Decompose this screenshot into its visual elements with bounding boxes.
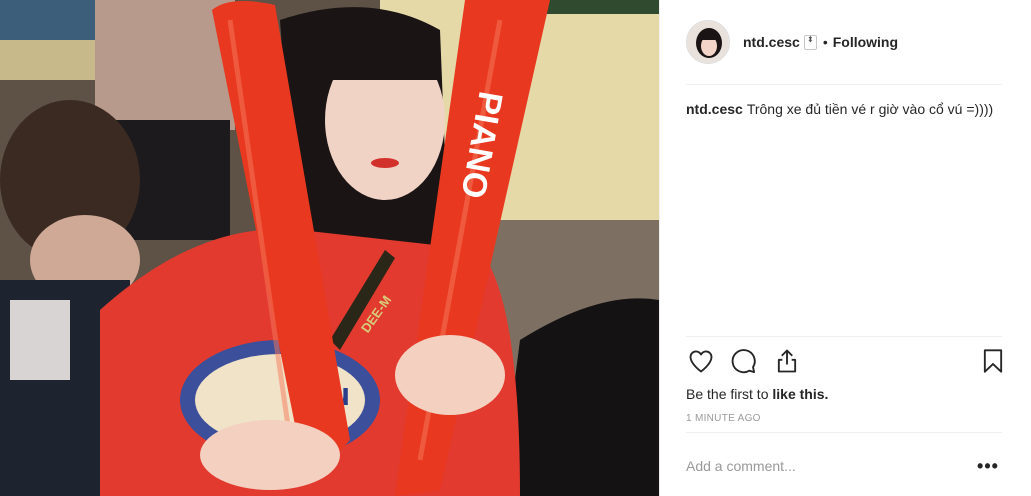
like-this-link[interactable]: like this. bbox=[772, 386, 828, 402]
account-switch-icon[interactable]: ⬍ bbox=[803, 34, 817, 50]
likes-summary: Be the first to like this. bbox=[686, 386, 828, 402]
post-timestamp[interactable]: 1 MINUTE AGO bbox=[686, 413, 761, 424]
comment-form: ••• bbox=[686, 448, 1002, 484]
comment-divider bbox=[686, 432, 1002, 433]
following-button[interactable]: Following bbox=[833, 34, 898, 50]
comment-input[interactable] bbox=[686, 450, 974, 482]
separator-dot: • bbox=[822, 34, 828, 50]
post-header: ntd.cesc ⬍ • Following bbox=[686, 18, 1002, 66]
more-options-button[interactable]: ••• bbox=[974, 452, 1002, 480]
header-divider bbox=[686, 84, 1002, 85]
avatar[interactable] bbox=[686, 20, 730, 64]
likes-prefix: Be the first to bbox=[686, 386, 773, 402]
caption-username-link[interactable]: ntd.cesc bbox=[686, 101, 743, 117]
save-button[interactable] bbox=[978, 346, 1008, 376]
post-caption: ntd.cesc Trông xe đủ tiền vé r giờ vào cổ… bbox=[686, 100, 1002, 119]
bookmark-icon bbox=[983, 349, 1003, 373]
post-panel: ntd.cesc ⬍ • Following ntd.cesc Trông xe … bbox=[659, 0, 1031, 496]
share-icon bbox=[777, 349, 797, 373]
comment-button[interactable] bbox=[728, 346, 758, 376]
like-button[interactable] bbox=[686, 346, 716, 376]
heart-icon bbox=[689, 350, 713, 373]
share-button[interactable] bbox=[772, 346, 802, 376]
post-actions bbox=[686, 346, 1003, 378]
comment-icon bbox=[731, 349, 756, 374]
post-photo[interactable]: ries DEE-M PIANO bbox=[0, 0, 659, 496]
photo-image: ries DEE-M PIANO bbox=[0, 0, 659, 496]
caption-text: Trông xe đủ tiền vé r giờ vào cổ vú =)))… bbox=[746, 101, 994, 117]
username-link[interactable]: ntd.cesc bbox=[743, 34, 800, 50]
actions-divider bbox=[686, 336, 1002, 337]
